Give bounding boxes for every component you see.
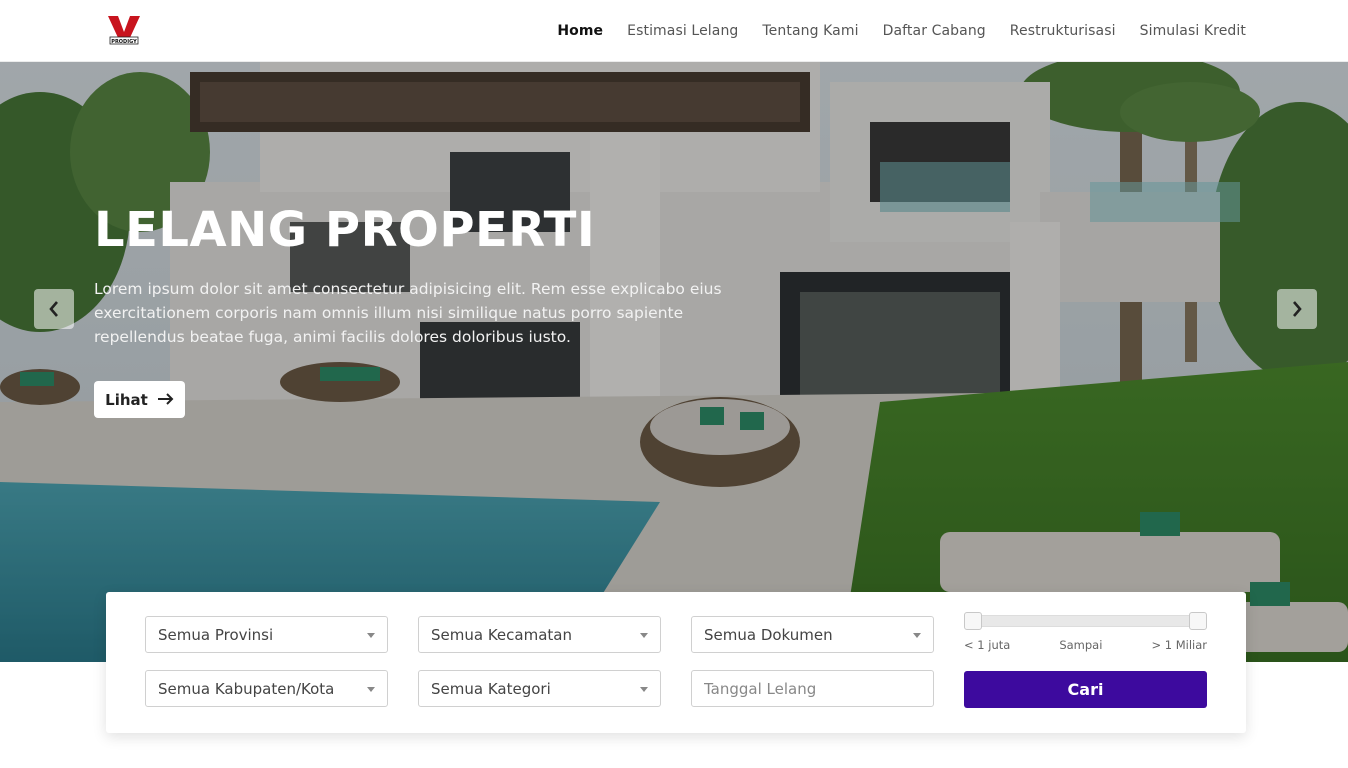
cari-button[interactable]: Cari bbox=[964, 671, 1207, 708]
hero-title: LELANG PROPERTI bbox=[94, 202, 596, 258]
carousel-next-button[interactable] bbox=[1277, 289, 1317, 329]
price-min-label: < 1 juta bbox=[964, 638, 1011, 652]
price-range-labels: < 1 juta Sampai > 1 Miliar bbox=[964, 638, 1207, 652]
main-nav: Home Estimasi Lelang Tentang Kami Daftar… bbox=[557, 0, 1246, 62]
kabupaten-select-value: Semua Kabupaten/Kota bbox=[158, 679, 335, 698]
dokumen-select-value: Semua Dokumen bbox=[704, 625, 833, 644]
brand-logo[interactable]: PRODIGY bbox=[106, 12, 142, 48]
chevron-right-icon bbox=[1293, 301, 1302, 317]
caret-down-icon bbox=[913, 633, 921, 638]
nav-tentang-kami[interactable]: Tentang Kami bbox=[762, 23, 858, 39]
kecamatan-select[interactable]: Semua Kecamatan bbox=[418, 616, 661, 653]
hero-description: Lorem ipsum dolor sit amet consectetur a… bbox=[94, 280, 722, 346]
svg-text:PRODIGY: PRODIGY bbox=[111, 39, 137, 45]
price-range-max-handle[interactable] bbox=[1189, 612, 1207, 630]
kecamatan-select-value: Semua Kecamatan bbox=[431, 625, 572, 644]
search-panel: Semua Provinsi Semua Kecamatan Semua Dok… bbox=[106, 592, 1246, 733]
caret-down-icon bbox=[640, 633, 648, 638]
navbar: PRODIGY Home Estimasi Lelang Tentang Kam… bbox=[0, 0, 1348, 62]
price-max-label: > 1 Miliar bbox=[1151, 638, 1207, 652]
kategori-select[interactable]: Semua Kategori bbox=[418, 670, 661, 707]
price-range-slider[interactable]: < 1 juta Sampai > 1 Miliar bbox=[964, 612, 1207, 652]
provinsi-select[interactable]: Semua Provinsi bbox=[145, 616, 388, 653]
kabupaten-select[interactable]: Semua Kabupaten/Kota bbox=[145, 670, 388, 707]
tanggal-lelang-input[interactable] bbox=[691, 670, 934, 707]
nav-daftar-cabang[interactable]: Daftar Cabang bbox=[883, 23, 986, 39]
provinsi-select-value: Semua Provinsi bbox=[158, 625, 274, 644]
hero-carousel: LELANG PROPERTI Lorem ipsum dolor sit am… bbox=[0, 62, 1348, 662]
price-range-track[interactable] bbox=[968, 615, 1203, 627]
nav-home[interactable]: Home bbox=[557, 23, 603, 39]
hero-overlay bbox=[0, 62, 1348, 662]
nav-restrukturisasi[interactable]: Restrukturisasi bbox=[1010, 23, 1116, 39]
carousel-prev-button[interactable] bbox=[34, 289, 74, 329]
logo-icon: PRODIGY bbox=[108, 16, 140, 45]
arrow-right-icon bbox=[157, 390, 174, 409]
kategori-select-value: Semua Kategori bbox=[431, 679, 551, 698]
caret-down-icon bbox=[367, 633, 375, 638]
caret-down-icon bbox=[640, 687, 648, 692]
caret-down-icon bbox=[367, 687, 375, 692]
nav-simulasi-kredit[interactable]: Simulasi Kredit bbox=[1140, 23, 1246, 39]
nav-estimasi-lelang[interactable]: Estimasi Lelang bbox=[627, 23, 738, 39]
price-range-min-handle[interactable] bbox=[964, 612, 982, 630]
lihat-button-label: Lihat bbox=[105, 390, 148, 409]
price-mid-label: Sampai bbox=[1059, 638, 1103, 652]
chevron-left-icon bbox=[49, 301, 58, 317]
lihat-button[interactable]: Lihat bbox=[94, 381, 185, 418]
dokumen-select[interactable]: Semua Dokumen bbox=[691, 616, 934, 653]
